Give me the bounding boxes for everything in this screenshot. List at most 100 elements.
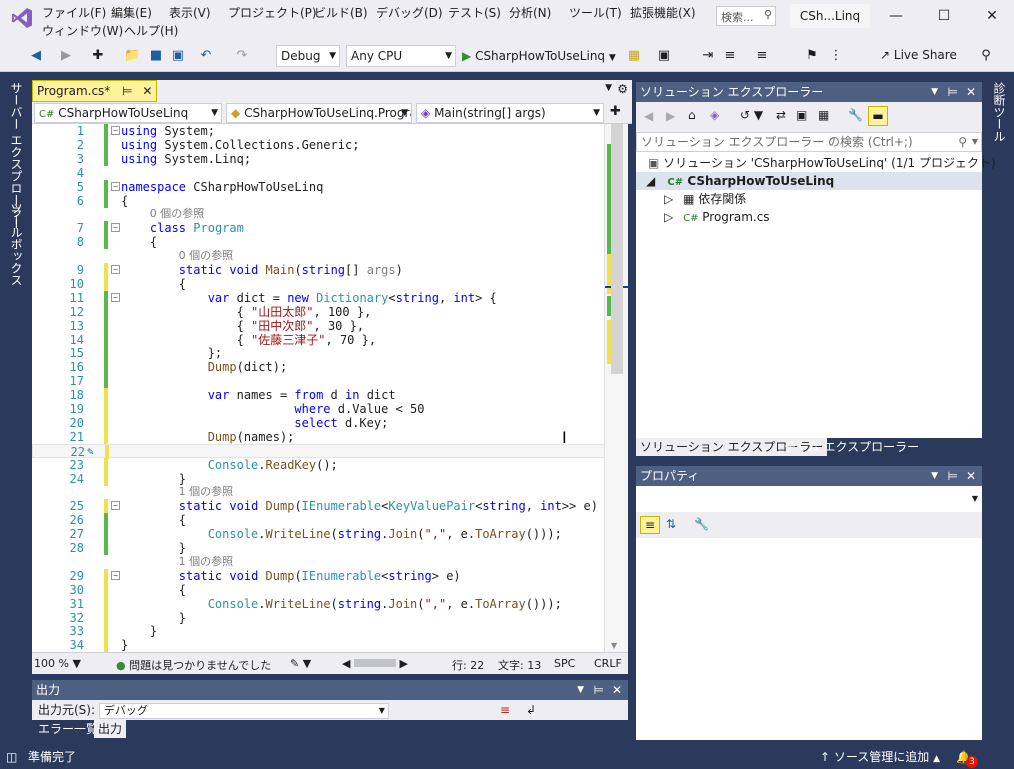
fold-toggle-icon[interactable]: − [111,570,120,580]
tab-team-explorer[interactable]: チーム エクスプローラー [780,438,923,456]
code-line[interactable]: 33 } [32,624,628,639]
close-icon[interactable]: ✕ [972,4,1012,28]
search-input[interactable]: 検索... ⚲ [716,6,776,26]
code-line[interactable]: 13 { "田中次郎", 30 }, [32,318,628,333]
solution-search-input[interactable]: ソリューション エクスプローラー の検索 (Ctrl+;) ⚲ ▼ [636,132,982,152]
reference-count[interactable]: 0 個の参照 [179,249,234,263]
code-reference-lens[interactable]: 1 個の参照 [32,555,628,569]
fold-toggle-icon[interactable]: − [111,265,120,274]
open-folder-icon[interactable]: 📁 [124,48,140,64]
close-icon[interactable]: ✕ [142,84,152,98]
tab-dropdown-icon[interactable]: ▼ [605,83,612,93]
back-icon[interactable]: ◀ [28,48,44,64]
switch-views-icon[interactable]: ◈ [710,108,719,122]
scroll-down-icon[interactable]: ▼ [611,641,617,650]
menu-analyze[interactable]: 分析(N) [509,4,551,21]
code-line[interactable]: 10 { [32,276,628,291]
quick-action-brush-icon[interactable]: ✎ [87,445,94,459]
code-line[interactable]: 15 }; [32,346,628,361]
code-line[interactable]: 29 − static void Dump(IEnumerable<string>… [32,568,628,583]
menu-project[interactable]: プロジェクト(P) [228,4,317,21]
code-line[interactable]: 18 var names = from d in dict [32,388,628,403]
class-nav-select[interactable]: ◆ CSharpHowToUseLinq.Progra ▼ [226,103,412,123]
code-reference-lens[interactable]: 0 個の参照 [32,207,628,221]
forward-icon[interactable]: ▶ [666,109,675,123]
project-nav-select[interactable]: C# CSharpHowToUseLinq ▼ [34,103,222,123]
code-line[interactable]: 28 } [32,541,628,555]
menu-build[interactable]: ビルド(B) [314,4,368,21]
code-line[interactable]: 31 Console.WriteLine(string.Join(",", e.… [32,596,628,611]
code-line[interactable]: 9 − static void Main(string[] args) [32,263,628,277]
menu-test[interactable]: テスト(S) [448,4,501,21]
forward-icon[interactable]: ▶ [58,48,74,64]
code-reference-lens[interactable]: 0 個の参照 [32,249,628,263]
issues-indicator[interactable]: ● 問題は見つかりませんでした [116,657,271,673]
collapse-all-icon[interactable]: ▣ [796,108,807,122]
toolbox-tab[interactable]: ツールボックス [8,202,25,286]
code-line[interactable]: 6{ [32,193,628,208]
close-icon[interactable]: ✕ [612,680,622,700]
tab-program-cs[interactable]: Program.cs* ⊨ ✕ [32,80,158,102]
code-line[interactable]: 16 Dump(dict); [32,360,628,375]
code-line[interactable]: 27 Console.WriteLine(string.Join(",", e.… [32,527,628,542]
code-line[interactable]: 1 − using System; [32,124,628,138]
menu-window[interactable]: ウィンドウ(W) [42,22,123,39]
maximize-icon[interactable]: ☐ [924,4,964,28]
code-line[interactable]: 32 } [32,610,628,625]
clear-all-icon[interactable]: ≡ [500,700,510,720]
back-icon[interactable]: ◀ [644,109,653,123]
code-line[interactable]: 3 using System.Linq; [32,151,628,166]
reference-count[interactable]: 0 個の参照 [150,207,205,221]
wrench-icon[interactable]: 🔧 [848,108,863,122]
word-wrap-icon[interactable]: ↲ [526,700,536,720]
platform-select[interactable]: Any CPU ▼ [346,45,456,67]
show-all-files-icon[interactable]: ▦ [818,108,829,122]
screenshot-icon[interactable]: ▣ [656,48,672,64]
member-nav-select[interactable]: ◈ Main(string[] args) ▼ [416,103,604,123]
menu-edit[interactable]: 編集(E) [111,4,152,21]
code-line[interactable]: 30 { [32,582,628,597]
properties-object-select[interactable]: ▼ [636,490,982,510]
bookmark-icon[interactable]: ⚑ [804,48,820,64]
code-line[interactable]: 2 using System.Collections.Generic; [32,137,628,152]
step-icon[interactable]: ⇥ [700,48,716,64]
code-line[interactable]: 24 } [32,471,628,486]
code-line[interactable]: 21 Dump(names); [32,429,628,444]
code-line[interactable]: 34} [32,638,628,652]
undo-icon[interactable]: ↶ [198,48,214,64]
code-line[interactable]: 23 Console.ReadKey(); [32,457,628,472]
browser-icon[interactable]: ▦ [626,48,642,64]
editor-vertical-scrollbar[interactable]: ▼ [604,124,629,652]
configuration-select[interactable]: Debug ▼ [276,45,340,67]
start-debug-button[interactable]: ▶ CSharpHowToUseLinq ▼ [462,45,616,67]
pin-icon[interactable]: ⊨ [122,84,132,98]
code-reference-lens[interactable]: 1 個の参照 [32,485,628,499]
source-control-button[interactable]: ↑ ソース管理に追加 ▲ [820,746,940,769]
pin-icon[interactable]: ⊨ [948,82,958,102]
pin-icon[interactable]: ⊨ [948,466,958,486]
code-line[interactable]: 4 [32,166,628,180]
tree-solution[interactable]: ▣ ソリューション 'CSharpHowToUseLinq' (1/1 プロジェ… [648,154,996,172]
diagnostic-tools-tab[interactable]: 診断ツール [991,82,1008,142]
history-icon[interactable]: ↺ ▼ [740,108,763,122]
split-icon[interactable]: ✚ [610,104,621,119]
menu-file[interactable]: ファイル(F) [42,4,106,21]
horizontal-scrollbar[interactable]: ◀ ▶ [342,657,408,670]
save-icon[interactable]: ■ [148,48,164,64]
code-line[interactable]: 8 { [32,235,628,250]
code-line[interactable]: 14 { "佐藤三津子", 70 }, [32,332,628,347]
tab-error-list[interactable]: エラー一覧 [34,720,102,738]
output-source-select[interactable]: デバッグ ▼ [98,702,389,719]
fold-toggle-icon[interactable]: − [111,223,120,233]
close-icon[interactable]: ✕ [966,82,976,102]
feedback-icon[interactable]: ⚲ [978,48,994,64]
code-line[interactable]: 20 select d.Key; [32,415,628,430]
chevron-down-icon[interactable]: ▼ [931,82,938,102]
menu-help[interactable]: ヘルプ(H) [124,22,178,39]
menu-extensions[interactable]: 拡張機能(X) [630,4,696,21]
fold-toggle-icon[interactable]: − [111,126,120,135]
code-line[interactable]: 19 where d.Value < 50 [32,402,628,416]
reference-count[interactable]: 1 個の参照 [179,485,234,499]
new-project-icon[interactable]: ✚ [90,48,106,64]
tree-dependencies[interactable]: ▷ ▦ 依存関係 [664,190,746,208]
